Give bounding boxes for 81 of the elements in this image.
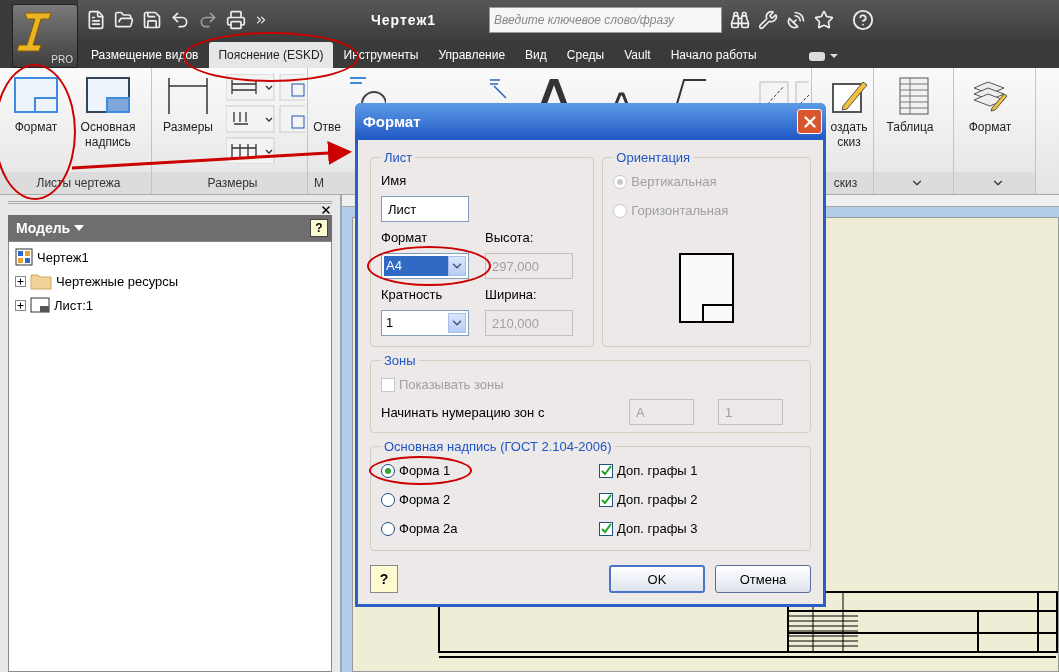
checkbox[interactable] (599, 492, 613, 507)
group-title: Лист (383, 150, 414, 165)
field-label: Ширина: (485, 287, 538, 302)
binoculars-icon[interactable] (730, 10, 750, 30)
open-folder-icon[interactable] (114, 10, 134, 30)
sheet-preview (679, 253, 735, 323)
ribbon-tab[interactable]: Среды (557, 42, 614, 68)
star-icon[interactable] (814, 10, 834, 30)
ribbon-button[interactable]: Основная надпись (74, 74, 142, 172)
sheet-icon (30, 297, 50, 313)
radio-label: Форма 1 (399, 463, 451, 478)
ribbon-tab[interactable]: Пояснение (ESKD) (209, 42, 333, 68)
ribbon-button[interactable]: Формат (2, 74, 70, 172)
group-title: Основная надпись (ГОСТ 2.104-2006) (383, 439, 613, 454)
drawing-file-icon (15, 248, 33, 266)
checkbox-label: Доп. графы 2 (617, 492, 698, 507)
checkbox-label: Доп. графы 3 (617, 521, 698, 536)
search-field[interactable]: Введите ключевое слово/фразу (489, 7, 722, 33)
tree-item[interactable]: Чертежные ресурсы (56, 273, 179, 289)
ribbon-tab[interactable]: Начало работы (661, 42, 766, 68)
wrench-icon[interactable] (758, 10, 778, 30)
save-icon[interactable] (142, 10, 162, 30)
ribbon-tab[interactable]: Управление (429, 42, 515, 68)
tree-item[interactable]: Чертеж1 (37, 249, 89, 265)
radio-button[interactable] (381, 521, 395, 536)
dimension-tools-icon (226, 74, 305, 164)
close-icon[interactable] (320, 203, 332, 216)
help-icon[interactable]: ? (310, 219, 328, 237)
window-title: Чертеж1 (371, 12, 438, 28)
field-label: Начинать нумерацию зон с (381, 404, 546, 420)
group-label: Размеры (152, 172, 307, 194)
edition-label: PRO (51, 54, 73, 65)
close-button[interactable] (797, 109, 822, 134)
radio-label: Форма 2 (399, 492, 451, 507)
group-title: Ориентация (615, 150, 692, 165)
ribbon-button[interactable]: Размеры (154, 74, 222, 172)
radio-label: Форма 2а (399, 521, 458, 536)
ribbon-button[interactable]: Отве (310, 74, 344, 172)
undo-icon[interactable] (170, 10, 190, 30)
ribbon-button[interactable]: оздать скиз (827, 74, 871, 172)
ok-button[interactable]: OK (609, 565, 705, 593)
radio-label: Вертикальная (631, 174, 717, 189)
help-icon[interactable] (852, 9, 874, 31)
expand-icon[interactable] (15, 275, 26, 287)
group-title: Зоны (383, 353, 417, 368)
panel-toggle-icon[interactable] (807, 50, 838, 62)
checkbox-label: Показывать зоны (399, 377, 504, 392)
help-icon[interactable]: ? (370, 565, 398, 593)
folder-icon (30, 272, 52, 290)
cancel-button[interactable]: Отмена (715, 565, 811, 593)
application-menu-button[interactable]: PRO (12, 4, 78, 68)
radio-button[interactable] (381, 463, 395, 478)
field-label: Формат (381, 230, 429, 245)
sheet-format-icon (13, 76, 59, 116)
field-label: Имя (381, 173, 408, 188)
ribbon-button[interactable]: Таблица (876, 74, 944, 172)
field-label: Кратность (381, 287, 444, 302)
ribbon-tab[interactable]: Vault (615, 42, 660, 68)
format-dropdown[interactable]: А4 (381, 253, 469, 279)
name-field[interactable]: Лист (381, 196, 469, 222)
tree-item[interactable]: Лист:1 (54, 297, 94, 313)
satellite-dish-icon[interactable] (786, 10, 806, 30)
print-icon[interactable] (226, 10, 246, 30)
caret-icon (74, 225, 85, 231)
more-icon[interactable] (254, 13, 268, 27)
expand-icon[interactable] (15, 299, 26, 311)
dialog-title: Формат (363, 113, 421, 130)
multiplicity-dropdown[interactable]: 1 (381, 310, 469, 336)
ribbon-button[interactable]: Формат (956, 74, 1024, 172)
field-label: Высота: (485, 230, 535, 245)
radio-button[interactable] (381, 492, 395, 507)
redo-icon[interactable] (198, 10, 218, 30)
radio-label: Горизонтальная (631, 203, 729, 218)
checkbox[interactable] (599, 463, 613, 478)
ribbon-tab[interactable]: Вид (516, 42, 556, 68)
browser-menu[interactable]: Модель (16, 220, 85, 236)
checkbox-label: Доп. графы 1 (617, 463, 698, 478)
title-block-icon (85, 76, 131, 116)
checkbox[interactable] (599, 521, 613, 536)
new-file-icon[interactable] (86, 10, 106, 30)
linear-dimension-icon (165, 76, 211, 116)
